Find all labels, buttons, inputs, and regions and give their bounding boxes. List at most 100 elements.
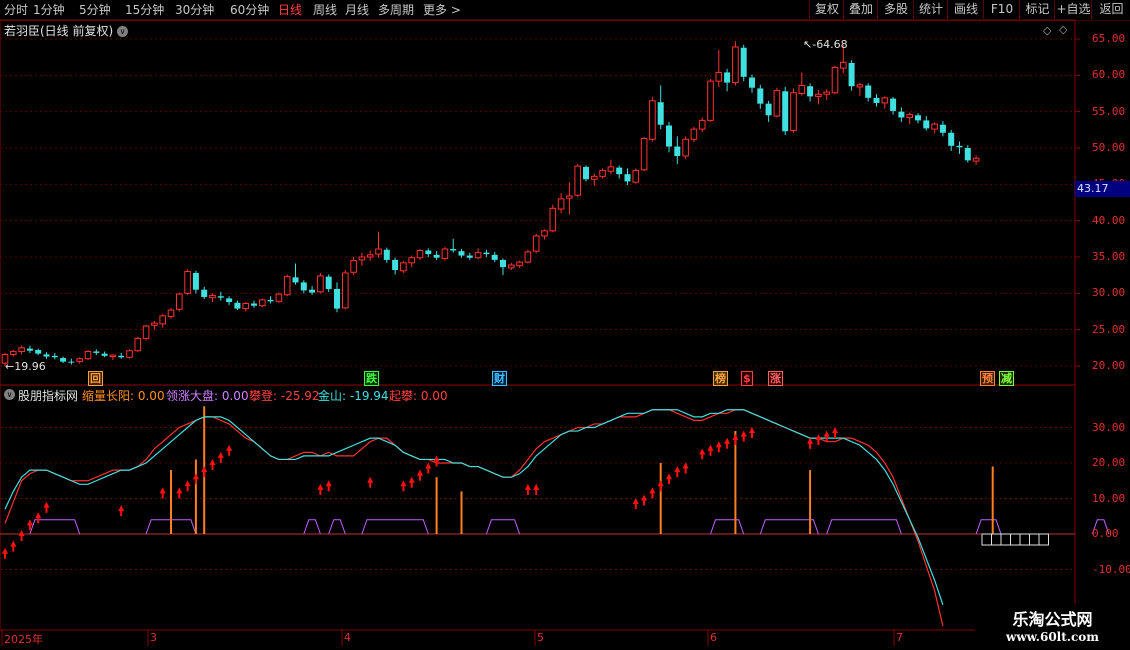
- red-arrow-icon: [724, 437, 731, 449]
- candle: [599, 168, 606, 179]
- red-arrow-icon: [815, 434, 822, 446]
- lead-market-region: [485, 519, 521, 535]
- arrow-head: [408, 476, 415, 483]
- arrow-head: [707, 444, 714, 451]
- candle-body: [649, 100, 656, 140]
- arrow-head: [192, 473, 199, 480]
- candle: [557, 193, 565, 214]
- candle: [76, 357, 84, 364]
- candle: [483, 249, 490, 257]
- arrow-head: [815, 434, 822, 441]
- arrow-head: [217, 451, 224, 458]
- candle-body: [782, 91, 789, 132]
- red-arrow-icon: [524, 483, 531, 495]
- candle-body: [217, 296, 224, 298]
- indicator-tick-label: 30.00: [1092, 420, 1126, 434]
- signal-box: [1038, 533, 1049, 546]
- candle: [366, 250, 374, 261]
- candle: [433, 251, 440, 260]
- candle: [798, 72, 806, 96]
- candle: [915, 113, 921, 124]
- candle-body: [118, 355, 125, 358]
- event-marker[interactable]: 减: [999, 371, 1014, 386]
- red-arrow-icon: [118, 505, 125, 517]
- candle: [541, 229, 548, 240]
- candle-body: [10, 350, 17, 355]
- candle-body: [201, 289, 208, 297]
- red-arrow-icon: [740, 430, 747, 442]
- candle: [881, 96, 889, 109]
- climb-line: [4, 409, 944, 627]
- event-marker[interactable]: 财: [492, 371, 507, 386]
- candle-body: [433, 254, 440, 258]
- indicator-panel-frame: [0, 384, 1076, 631]
- candle-body: [591, 175, 598, 180]
- red-arrow-icon: [533, 483, 540, 495]
- chevron-down-icon[interactable]: ∨: [4, 389, 15, 400]
- candle-body: [972, 157, 980, 162]
- date-label: 7: [896, 631, 903, 644]
- candle-body: [283, 276, 291, 296]
- candle-body: [749, 77, 755, 88]
- candle: [508, 262, 515, 271]
- red-arrow-icon: [2, 547, 8, 559]
- candle: [134, 336, 142, 353]
- candle: [807, 83, 814, 102]
- candle-body: [192, 272, 199, 290]
- arrow-head: [433, 455, 440, 462]
- candle-body: [167, 309, 175, 318]
- candle: [939, 121, 946, 137]
- event-marker[interactable]: 涨: [768, 371, 783, 386]
- candle-body: [807, 86, 814, 97]
- red-arrow-icon: [226, 444, 233, 456]
- candle: [342, 270, 349, 310]
- candle: [491, 251, 498, 263]
- signal-box: [991, 533, 1002, 546]
- candle: [300, 280, 307, 294]
- candle-body: [142, 325, 150, 339]
- candle: [856, 82, 864, 96]
- candle: [101, 351, 108, 358]
- event-marker[interactable]: 跌: [364, 371, 379, 386]
- arrow-head: [524, 483, 531, 490]
- event-marker[interactable]: 预: [980, 371, 995, 386]
- candle-body: [698, 119, 706, 130]
- signal-box: [1029, 533, 1040, 546]
- event-marker[interactable]: 榜: [713, 371, 728, 386]
- red-arrow-icon: [823, 430, 830, 442]
- candle: [682, 136, 689, 159]
- arrow-head: [2, 547, 8, 554]
- candle: [251, 300, 257, 308]
- red-arrow-icon: [10, 540, 17, 552]
- candle-body: [574, 165, 582, 196]
- event-marker[interactable]: $: [741, 371, 753, 386]
- red-arrow-icon: [317, 483, 324, 495]
- red-arrow-icon: [807, 437, 814, 449]
- red-arrow-icon: [192, 473, 199, 485]
- candle-body: [931, 123, 938, 130]
- candle-body: [532, 235, 540, 252]
- watermark-title: 乐淘公式网: [1012, 610, 1093, 629]
- candle-body: [317, 275, 324, 293]
- candle: [690, 126, 698, 143]
- candle: [142, 324, 150, 341]
- candle-body: [508, 264, 515, 269]
- arrow-head: [417, 469, 423, 476]
- lead-market-region: [710, 519, 745, 535]
- event-marker[interactable]: 回: [88, 371, 103, 386]
- red-arrow-icon: [184, 480, 191, 492]
- red-arrow-icon: [325, 480, 332, 492]
- indicator-tick-label: 10.00: [1092, 491, 1126, 505]
- signal-box: [1010, 533, 1021, 546]
- candle: [790, 88, 797, 133]
- candle: [624, 168, 631, 186]
- kline-chart[interactable]: [0, 0, 1130, 650]
- signal-box: [1000, 533, 1011, 546]
- high-price-value: 64.68: [816, 38, 848, 51]
- low-price-value: 19.96: [14, 360, 46, 373]
- candle-body: [458, 251, 465, 256]
- arrow-head: [176, 487, 183, 494]
- candle: [632, 168, 640, 184]
- candle-body: [657, 102, 664, 125]
- candle-body: [948, 132, 955, 146]
